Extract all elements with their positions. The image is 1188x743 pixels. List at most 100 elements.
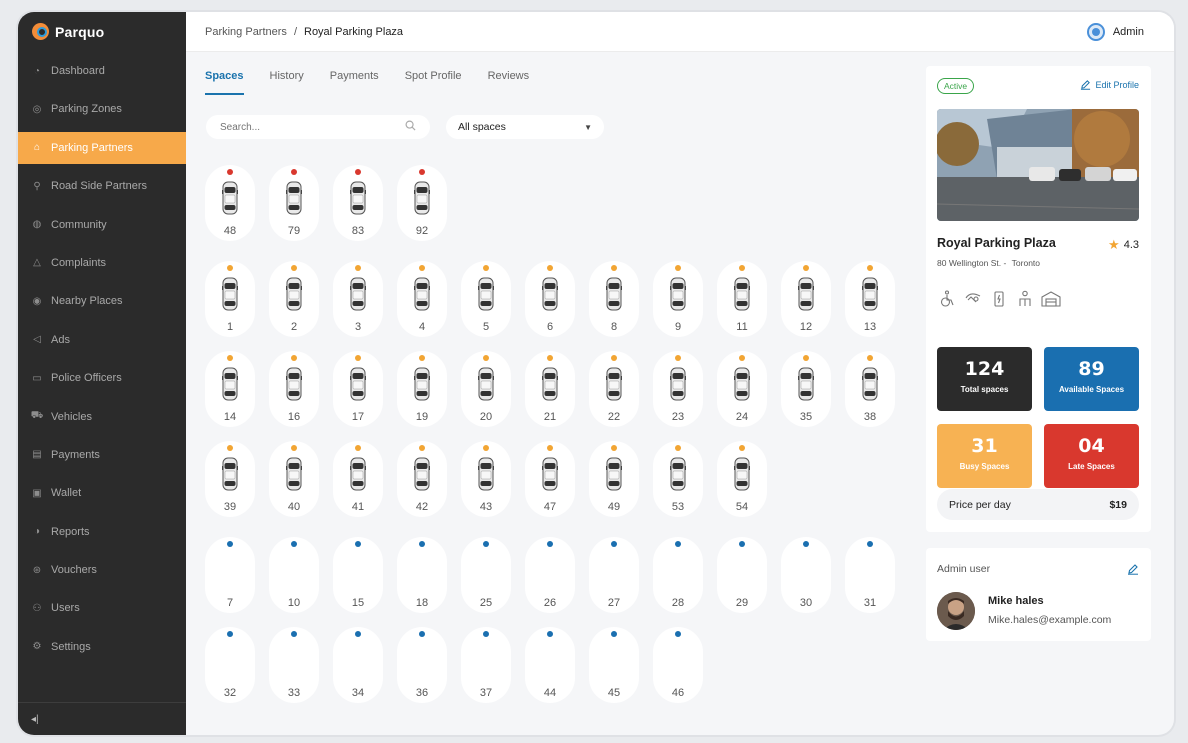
parking-spot[interactable]: 17 [333, 351, 383, 427]
parking-spot[interactable]: 2 [269, 261, 319, 337]
breadcrumb-parent[interactable]: Parking Partners [205, 26, 287, 38]
sidebar-item-police-officers[interactable]: ▭ Police Officers [18, 362, 186, 394]
parking-spot[interactable]: 20 [461, 351, 511, 427]
tab-spot-profile[interactable]: Spot Profile [405, 70, 462, 95]
parking-spot[interactable]: 45 [589, 627, 639, 703]
parking-spot[interactable]: 79 [269, 165, 319, 241]
user-menu[interactable]: Admin [1086, 23, 1144, 41]
parking-spot[interactable]: 28 [653, 537, 703, 613]
parking-spot[interactable]: 19 [397, 351, 447, 427]
parking-spot[interactable]: 37 [461, 627, 511, 703]
sidebar-item-parking-partners[interactable]: ⌂ Parking Partners [18, 131, 186, 164]
status-dot [483, 265, 489, 271]
edit-profile-button[interactable]: Edit Profile [1080, 79, 1139, 90]
sidebar-item-ads[interactable]: ◁ Ads [18, 324, 186, 356]
sidebar-item-vouchers[interactable]: ⊛ Vouchers [18, 554, 186, 586]
search-input[interactable] [220, 121, 390, 133]
spot-number: 35 [799, 411, 813, 423]
parking-spot[interactable]: 41 [333, 441, 383, 517]
parking-spot[interactable]: 46 [653, 627, 703, 703]
spaces-filter-select[interactable]: All spaces ▼ [446, 115, 604, 139]
edit-profile-label: Edit Profile [1095, 79, 1139, 90]
parking-spot[interactable]: 23 [653, 351, 703, 427]
parking-spot[interactable]: 27 [589, 537, 639, 613]
parking-spot[interactable]: 4 [397, 261, 447, 337]
tab-spaces[interactable]: Spaces [205, 70, 244, 95]
sidebar-item-users[interactable]: ⚇ Users [18, 592, 186, 624]
sidebar-item-settings[interactable]: ⚙ Settings [18, 631, 186, 663]
parking-spot[interactable]: 38 [845, 351, 895, 427]
parking-spot[interactable]: 31 [845, 537, 895, 613]
parking-spot[interactable]: 3 [333, 261, 383, 337]
parking-spot[interactable]: 47 [525, 441, 575, 517]
parking-spot[interactable]: 8 [589, 261, 639, 337]
tab-history[interactable]: History [270, 70, 304, 95]
wallet-icon: ▣ [32, 487, 42, 499]
spot-number: 17 [351, 411, 365, 423]
parking-spot[interactable]: 92 [397, 165, 447, 241]
parking-spot[interactable]: 13 [845, 261, 895, 337]
parking-spot[interactable]: 14 [205, 351, 255, 427]
parking-spot[interactable]: 7 [205, 537, 255, 613]
parking-spot[interactable]: 53 [653, 441, 703, 517]
parking-spot[interactable]: 44 [525, 627, 575, 703]
sidebar-item-complaints[interactable]: △ Complaints [18, 247, 186, 279]
sidebar-item-nearby-places[interactable]: ◉ Nearby Places [18, 285, 186, 317]
parking-spot[interactable]: 42 [397, 441, 447, 517]
status-dot [675, 265, 681, 271]
parking-spot[interactable]: 54 [717, 441, 767, 517]
parking-spot[interactable]: 29 [717, 537, 767, 613]
parking-spot[interactable]: 33 [269, 627, 319, 703]
tab-reviews[interactable]: Reviews [488, 70, 530, 95]
parking-spot[interactable]: 18 [397, 537, 447, 613]
users-icon: ⚇ [32, 602, 42, 614]
search-icon[interactable] [405, 120, 416, 134]
car-icon [222, 367, 238, 401]
parking-spot[interactable]: 26 [525, 537, 575, 613]
sidebar-item-reports[interactable]: ◑ Reports [18, 516, 186, 548]
parking-spot[interactable]: 36 [397, 627, 447, 703]
parking-spot[interactable]: 22 [589, 351, 639, 427]
stat-total-spaces: 124 Total spaces [937, 347, 1032, 411]
parking-spot[interactable]: 83 [333, 165, 383, 241]
parking-spot[interactable]: 1 [205, 261, 255, 337]
parking-spot[interactable]: 39 [205, 441, 255, 517]
garage-icon [1041, 289, 1061, 309]
spot-number: 10 [287, 597, 301, 609]
tab-payments[interactable]: Payments [330, 70, 379, 95]
parking-spot[interactable]: 24 [717, 351, 767, 427]
sidebar-item-parking-zones[interactable]: ◎ Parking Zones [18, 93, 186, 125]
app-logo[interactable]: Parquo [32, 23, 104, 40]
parking-spot[interactable]: 9 [653, 261, 703, 337]
parking-spot[interactable]: 48 [205, 165, 255, 241]
parking-spot[interactable]: 21 [525, 351, 575, 427]
parking-spot[interactable]: 34 [333, 627, 383, 703]
sidebar-item-vehicles[interactable]: ⛟ Vehicles [18, 401, 186, 433]
parking-spot[interactable]: 43 [461, 441, 511, 517]
parking-spot[interactable]: 5 [461, 261, 511, 337]
car-icon [862, 277, 878, 311]
spot-number: 28 [671, 597, 685, 609]
sidebar-item-community[interactable]: ◍ Community [18, 209, 186, 241]
sidebar-item-road-side-partners[interactable]: ⚲ Road Side Partners [18, 170, 186, 202]
collapse-sidebar-button[interactable]: ◂| [18, 702, 186, 735]
sidebar-item-payments[interactable]: ▤ Payments [18, 439, 186, 471]
sidebar-item-wallet[interactable]: ▣ Wallet [18, 477, 186, 509]
parking-spot[interactable]: 6 [525, 261, 575, 337]
parking-spot[interactable]: 16 [269, 351, 319, 427]
parking-spot[interactable]: 15 [333, 537, 383, 613]
parking-spot[interactable]: 40 [269, 441, 319, 517]
parking-spot[interactable]: 35 [781, 351, 831, 427]
parking-spot[interactable]: 25 [461, 537, 511, 613]
parking-spot[interactable]: 49 [589, 441, 639, 517]
parking-spot[interactable]: 10 [269, 537, 319, 613]
sidebar-item-dashboard[interactable]: ◔ Dashboard [18, 55, 186, 87]
edit-admin-button[interactable] [1127, 562, 1139, 580]
status-dot [803, 265, 809, 271]
parking-spot[interactable]: 32 [205, 627, 255, 703]
sidebar-item-label: Community [51, 218, 107, 231]
parking-spot[interactable]: 30 [781, 537, 831, 613]
sidebar-item-label: Vehicles [51, 410, 92, 423]
parking-spot[interactable]: 11 [717, 261, 767, 337]
parking-spot[interactable]: 12 [781, 261, 831, 337]
